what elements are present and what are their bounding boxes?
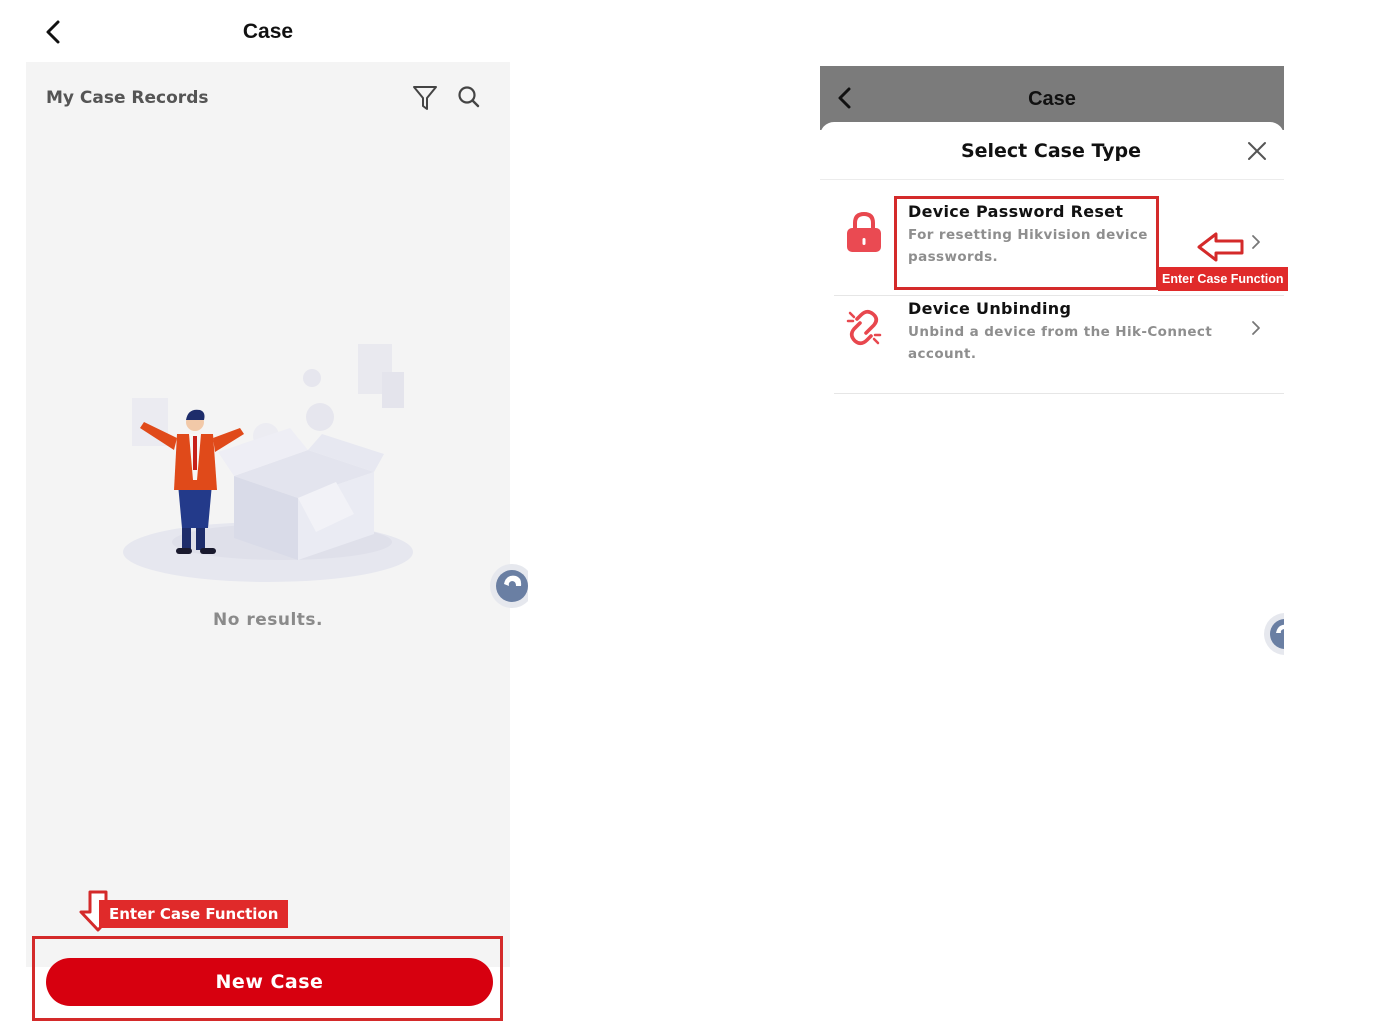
option-title: Device Unbinding: [908, 299, 1072, 318]
page-title: Case: [242, 20, 294, 43]
filter-icon[interactable]: [412, 84, 438, 112]
divider: [834, 393, 1284, 394]
divider: [820, 179, 1284, 180]
empty-box-person-illustration: [123, 344, 413, 582]
header-bar: Case: [820, 66, 1284, 130]
annotation-label: Enter Case Function: [1158, 267, 1288, 291]
annotation-label: Enter Case Function: [99, 900, 289, 928]
sheet-title: Select Case Type: [960, 140, 1142, 162]
new-case-button[interactable]: New Case: [46, 958, 493, 1006]
search-icon[interactable]: [456, 84, 482, 110]
option-description: Unbind a device from the Hik-Connect acc…: [908, 324, 1213, 362]
right-phone-screen: Case Select Case Type Device Password Re…: [820, 66, 1288, 716]
lock-icon: [847, 211, 881, 252]
left-phone-screen: Case My Case Records No results. Enter C…: [26, 0, 528, 1021]
floating-assistant-icon[interactable]: [1262, 611, 1284, 657]
broken-link-icon: [846, 309, 882, 346]
chevron-right-icon: [1252, 321, 1260, 335]
chevron-right-icon: [1252, 235, 1260, 249]
empty-state-message: No results.: [213, 610, 323, 630]
highlight-frame: [894, 196, 1159, 290]
case-option-device-unbinding[interactable]: Device Unbinding Unbind a device from th…: [834, 279, 1284, 376]
page-title: Case: [1028, 88, 1076, 110]
floating-assistant-icon[interactable]: [488, 562, 528, 610]
close-icon[interactable]: [1244, 138, 1270, 164]
section-title: My Case Records: [46, 88, 209, 108]
header-bar: Case: [26, 0, 510, 62]
arrow-left-icon: [1197, 232, 1244, 262]
case-records-panel: My Case Records No results. Enter Case F…: [26, 62, 528, 1021]
